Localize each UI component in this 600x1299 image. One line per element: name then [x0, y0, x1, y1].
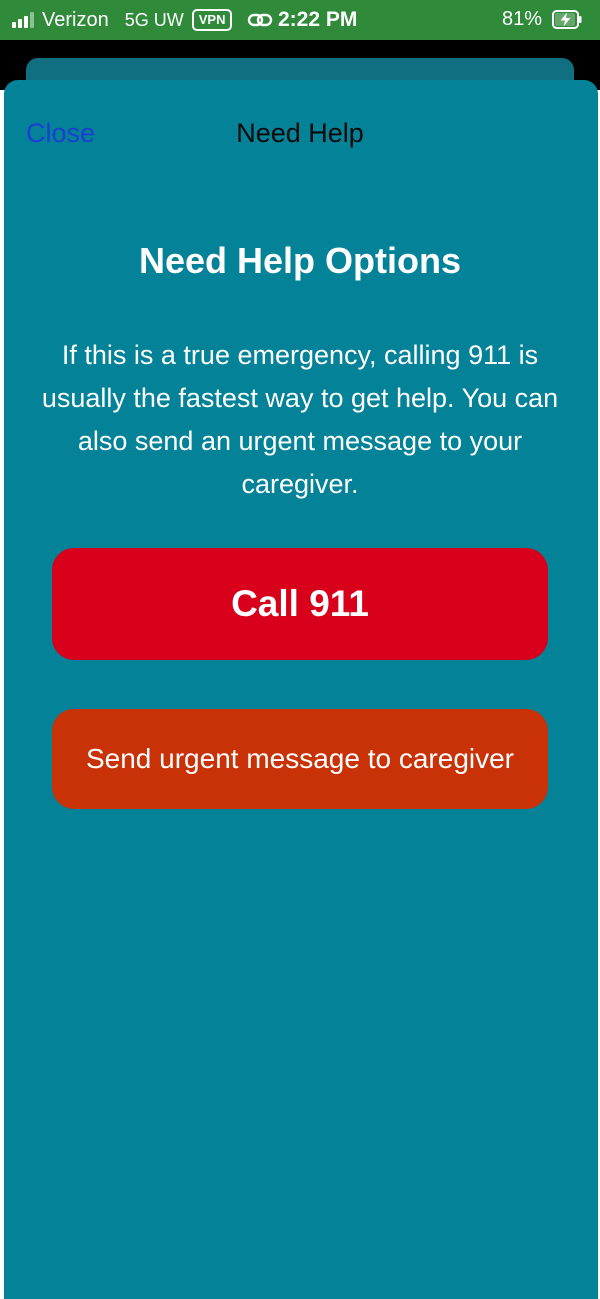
send-urgent-message-button[interactable]: Send urgent message to caregiver	[52, 709, 548, 809]
help-description: If this is a true emergency, calling 911…	[41, 340, 559, 499]
clock-time: 2:22 PM	[278, 8, 358, 31]
battery-percent: 81%	[501, 8, 542, 30]
network-type: 5G UW	[124, 9, 184, 30]
carrier-name: Verizon	[42, 8, 109, 31]
nav-title: Need Help	[236, 118, 364, 148]
vpn-badge: VPN	[191, 9, 233, 31]
status-bar: Verizon 5G UW VPN 2:22 PM 81%	[0, 0, 600, 40]
signal-icon	[12, 12, 34, 28]
link-icon	[247, 13, 273, 27]
call-911-button[interactable]: Call 911	[52, 548, 548, 660]
battery-charging-icon	[552, 10, 582, 29]
page-title: Need Help Options	[138, 240, 462, 281]
